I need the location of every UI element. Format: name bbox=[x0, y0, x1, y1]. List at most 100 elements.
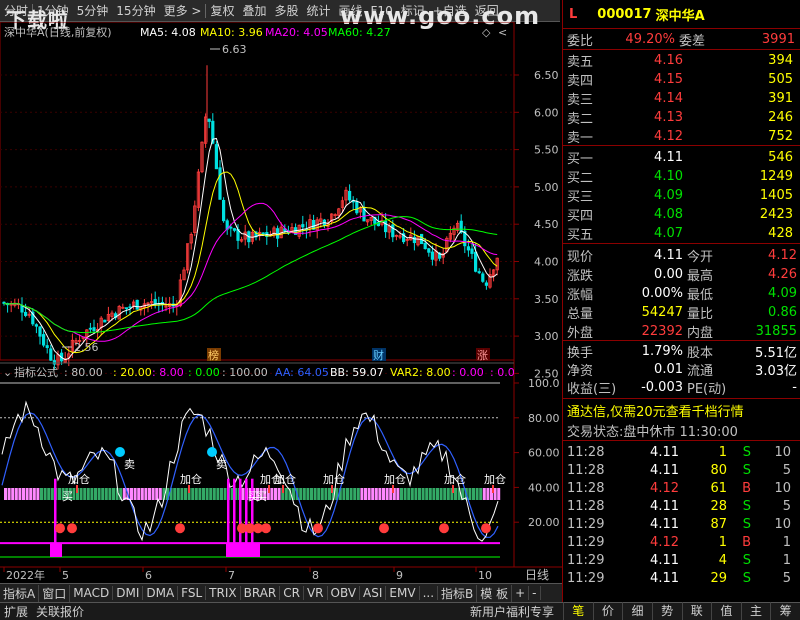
tab-indicator-a[interactable]: 指标A bbox=[0, 584, 40, 602]
divider bbox=[563, 145, 800, 146]
band-stripe bbox=[198, 488, 202, 500]
related-quotes-button[interactable]: 关联报价 bbox=[32, 603, 88, 620]
tab-value[interactable]: 值 bbox=[711, 602, 741, 620]
promo-text[interactable]: 通达信,仅需20元查看千档行情 bbox=[567, 401, 744, 420]
expand-button[interactable]: 扩展 bbox=[0, 603, 32, 620]
statistics-button[interactable]: 统计 bbox=[303, 2, 335, 19]
tab-macd[interactable]: MACD bbox=[70, 586, 114, 600]
add-position-mark bbox=[76, 485, 78, 493]
diamond-icon[interactable]: ◇ bbox=[482, 26, 491, 39]
overlay-button[interactable]: 叠加 bbox=[238, 2, 270, 19]
tick-price: 4.11 bbox=[650, 499, 679, 514]
indicator-v7: : 0.0 bbox=[490, 366, 515, 379]
chevron-left-icon[interactable]: < bbox=[498, 26, 507, 39]
event-badge-rank[interactable]: 榜 bbox=[208, 348, 219, 362]
band-stripe bbox=[270, 488, 274, 500]
tab-asi[interactable]: ASI bbox=[360, 586, 387, 600]
bid-level-label: 买二 bbox=[567, 171, 594, 186]
tab-template[interactable]: 模 板 bbox=[477, 584, 513, 602]
tab-brar[interactable]: BRAR bbox=[241, 586, 281, 600]
event-badge-finance[interactable]: 财 bbox=[373, 348, 384, 362]
stock-name[interactable]: 深中华A bbox=[656, 5, 705, 24]
tick-volume: 4 bbox=[718, 553, 727, 568]
promo-banner[interactable]: 通达信,仅需20元查看千档行情 bbox=[563, 401, 800, 420]
multi-stock-button[interactable]: 多股 bbox=[270, 2, 302, 19]
ma10-label: MA10: 3.96 bbox=[200, 26, 263, 39]
chevron-down-icon[interactable]: ⌄ bbox=[3, 366, 12, 379]
tick-row[interactable]: 11:29 4.11 87 S 10 bbox=[563, 515, 800, 534]
tick-row[interactable]: 11:28 4.11 80 S 5 bbox=[563, 461, 800, 480]
tab-window[interactable]: 窗口 bbox=[39, 584, 71, 602]
kline-chart[interactable]: 6.506.005.505.004.504.003.503.002.50 深中华… bbox=[0, 22, 562, 602]
indicator-axis: 100.0 80.00 60.00 40.00 20.00 bbox=[514, 377, 560, 529]
tab-15min[interactable]: 15分钟 bbox=[112, 2, 159, 19]
period-label[interactable]: 日线 bbox=[525, 568, 549, 582]
tab-price[interactable]: 价 bbox=[592, 602, 623, 620]
tick-row[interactable]: 11:29 4.11 29 S 5 bbox=[563, 569, 800, 588]
band-stripe bbox=[83, 488, 87, 500]
high-annotation: 6.63 bbox=[222, 43, 247, 56]
candle-body bbox=[45, 345, 49, 349]
candle-body bbox=[275, 228, 280, 239]
tab-trend[interactable]: 势 bbox=[651, 602, 682, 620]
tick-extra: 1 bbox=[782, 535, 791, 550]
tab-ticks[interactable]: 笔 bbox=[563, 602, 593, 620]
tick-side: S bbox=[742, 571, 751, 586]
more-periods-button[interactable]: 更多 > bbox=[160, 2, 206, 19]
tick-row[interactable]: 11:28 4.11 1 S 10 bbox=[563, 443, 800, 462]
band-stripe bbox=[43, 488, 47, 500]
stat-label: 涨幅 bbox=[567, 288, 594, 303]
add-position-label: 加仓 bbox=[323, 472, 345, 486]
tab-linked[interactable]: 联 bbox=[681, 602, 712, 620]
candle-body bbox=[261, 232, 265, 235]
tick-row[interactable]: 11:29 4.11 4 S 1 bbox=[563, 551, 800, 570]
new-user-promo-link[interactable]: 新用户福利专享 bbox=[466, 603, 558, 620]
tab-vr[interactable]: VR bbox=[304, 586, 328, 600]
tab-chips[interactable]: 筹 bbox=[770, 602, 800, 620]
candlesticks bbox=[2, 65, 499, 370]
tab-dmi[interactable]: DMI bbox=[113, 586, 144, 600]
tick-time: 11:28 bbox=[567, 481, 605, 496]
tick-row[interactable]: 11:29 4.12 1 B 1 bbox=[563, 533, 800, 552]
buy-label: 买 bbox=[62, 490, 73, 503]
band-stripe bbox=[360, 488, 364, 500]
stat-label: 内盘 bbox=[687, 326, 714, 341]
tab-dma[interactable]: DMA bbox=[143, 586, 179, 600]
bid-price: 4.11 bbox=[654, 150, 683, 165]
add-position-label: 加仓 bbox=[274, 472, 296, 486]
tab-cr[interactable]: CR bbox=[280, 586, 304, 600]
tab-trix[interactable]: TRIX bbox=[206, 586, 241, 600]
indicator-tabbar: 指标A 窗口 MACD DMI DMA FSL TRIX BRAR CR VR … bbox=[0, 583, 562, 602]
candle-body bbox=[49, 348, 53, 361]
zoom-out-button[interactable]: - bbox=[529, 586, 541, 600]
adjust-button[interactable]: 复权 bbox=[206, 2, 238, 19]
tab-indicator-b[interactable]: 指标B bbox=[438, 584, 478, 602]
zoom-in-button[interactable]: + bbox=[512, 586, 530, 600]
tab-emv[interactable]: EMV bbox=[386, 586, 420, 600]
bb-line bbox=[1, 400, 499, 542]
low-annotation: 2.56 bbox=[74, 341, 99, 354]
stock-code[interactable]: 000017 bbox=[597, 7, 651, 22]
tab-obv[interactable]: OBV bbox=[328, 586, 361, 600]
tick-row[interactable]: 11:28 4.11 28 S 5 bbox=[563, 497, 800, 516]
tab-more[interactable]: ... bbox=[420, 586, 439, 600]
stat-value: 54247 bbox=[641, 305, 683, 320]
indicator-var2: VAR2: 8.00 bbox=[390, 366, 451, 379]
tick-side: S bbox=[742, 553, 751, 568]
tab-5min[interactable]: 5分钟 bbox=[73, 2, 113, 19]
ma5-line bbox=[3, 137, 498, 361]
fundamental-value: 1.79% bbox=[641, 344, 683, 359]
fundamental-label: 收益(三) bbox=[567, 382, 617, 397]
band-stripe bbox=[130, 488, 133, 500]
ask-row: 卖五 4.16 394 bbox=[563, 51, 800, 70]
tick-volume: 29 bbox=[710, 571, 727, 586]
stat-row: 现价 4.11 今开 4.12 bbox=[563, 246, 800, 265]
tick-row[interactable]: 11:28 4.12 61 B 10 bbox=[563, 479, 800, 498]
band-stripe bbox=[40, 488, 43, 500]
event-badge-limitup[interactable]: 涨 bbox=[477, 349, 488, 362]
band-stripe bbox=[346, 488, 349, 500]
tab-fsl[interactable]: FSL bbox=[178, 586, 207, 600]
tab-main[interactable]: 主 bbox=[740, 602, 771, 620]
fundamental-value: 3.03亿 bbox=[755, 364, 797, 379]
tab-detail[interactable]: 细 bbox=[622, 602, 652, 620]
